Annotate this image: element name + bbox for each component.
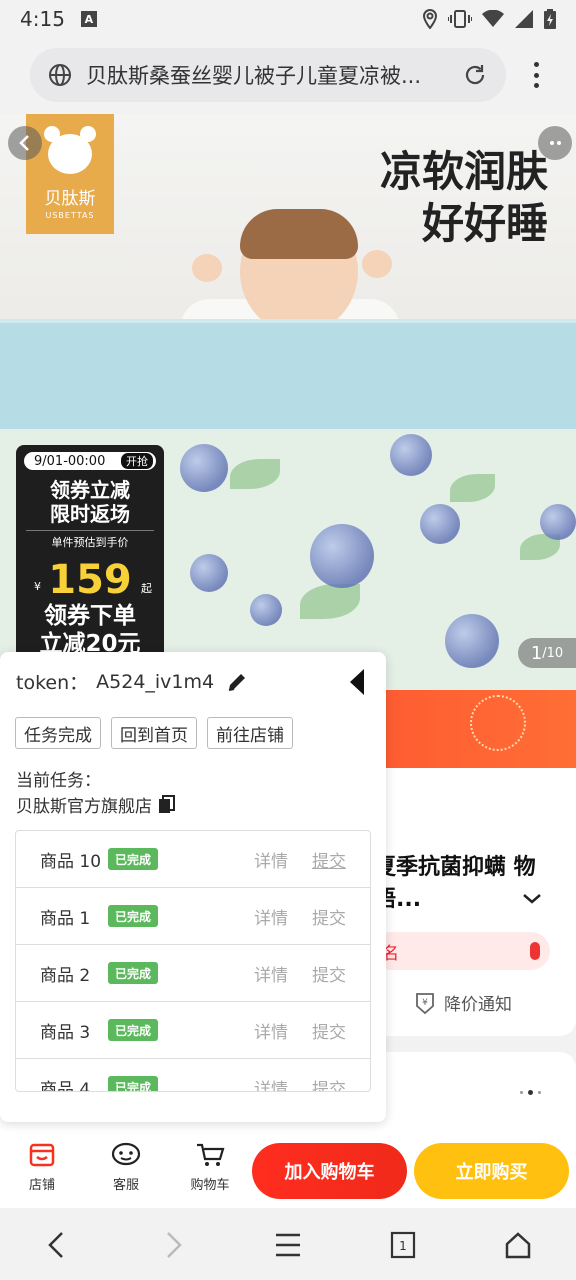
status-badge: 已完成 <box>108 848 159 870</box>
globe-icon <box>49 64 71 86</box>
task-submit-link[interactable]: 提交 <box>312 847 346 872</box>
task-row: 商品 4 已完成 详情 提交 <box>16 1059 370 1092</box>
svg-text:¥: ¥ <box>422 998 428 1008</box>
add-to-cart-button[interactable]: 加入购物车 <box>252 1143 407 1199</box>
cart-label: 购物车 <box>190 1178 230 1193</box>
slide-counter: 1/10 <box>518 638 576 668</box>
current-task-label: 当前任务： <box>16 771 101 791</box>
status-badge: 已完成 <box>108 1076 159 1091</box>
task-submit-link[interactable]: 提交 <box>312 1075 346 1092</box>
product-title[interactable]: 夏季抗菌抑螨 物语... <box>374 852 544 916</box>
task-detail-link[interactable]: 详情 <box>254 904 288 929</box>
task-complete-button[interactable]: 任务完成 <box>15 717 101 749</box>
more-icon[interactable] <box>538 126 572 160</box>
wifi-icon <box>482 10 504 27</box>
back-icon[interactable] <box>8 126 42 160</box>
service-tab[interactable]: 客服 <box>96 1142 156 1193</box>
store-tab[interactable]: 店铺 <box>12 1142 72 1193</box>
product-image-carousel[interactable]: 贝肽斯 USBETTAS 凉软润肤 好好睡 9/01-00:00 开抢 领券立减… <box>0 114 576 690</box>
collapse-triangle-icon[interactable] <box>348 668 366 696</box>
status-badge: 已完成 <box>108 1019 159 1041</box>
panel-buttons: 任务完成 回到首页 前往店铺 <box>15 717 293 749</box>
status-time: 4:15 <box>20 7 65 31</box>
status-badge: 已完成 <box>108 962 159 984</box>
bear-logo-icon <box>44 126 96 174</box>
store-icon <box>29 1143 55 1167</box>
service-label: 客服 <box>112 1178 139 1193</box>
cart-tab[interactable]: 购物车 <box>180 1142 240 1193</box>
location-icon <box>422 9 438 29</box>
token-label: token： <box>16 672 89 694</box>
task-submit-link[interactable]: 提交 <box>312 1018 346 1043</box>
task-panel: token： A524_iv1m4 任务完成 回到首页 前往店铺 当前任务： 贝… <box>0 652 386 1122</box>
promo-title: 领券立减 限时返场 <box>50 478 130 526</box>
svg-text:1: 1 <box>399 1239 407 1253</box>
token-value: A524_iv1m4 <box>96 670 215 693</box>
task-item-name: 商品 3 <box>40 1022 91 1043</box>
status-icons <box>422 9 556 29</box>
address-bar[interactable]: 贝肽斯桑蚕丝婴儿被子儿童夏凉被... <box>30 48 506 102</box>
brand-name-en: USBETTAS <box>45 211 95 220</box>
rank-arrow-icon <box>530 942 540 960</box>
task-item-name: 商品 10 <box>40 851 102 872</box>
task-row: 商品 1 已完成 详情 提交 <box>16 888 370 945</box>
nav-back-icon[interactable] <box>44 1230 68 1264</box>
page-title[interactable]: 贝肽斯桑蚕丝婴儿被子儿童夏凉被... <box>86 60 446 90</box>
task-item-name: 商品 2 <box>40 965 91 986</box>
task-detail-link[interactable]: 详情 <box>254 1075 288 1092</box>
chevron-down-icon[interactable] <box>522 893 542 905</box>
task-row: 商品 10 已完成 详情 提交 <box>16 831 370 888</box>
rank-badge[interactable]: 名 <box>372 932 550 970</box>
copy-icon[interactable] <box>158 794 176 815</box>
task-submit-link[interactable]: 提交 <box>312 904 346 929</box>
edit-icon[interactable] <box>226 671 248 693</box>
hero-slogan: 凉软润肤 好好睡 <box>379 147 548 248</box>
task-item-name: 商品 4 <box>40 1079 91 1092</box>
promo-price: ¥ 159 起 <box>34 557 152 603</box>
store-label: 店铺 <box>28 1178 55 1193</box>
task-detail-link[interactable]: 详情 <box>254 1018 288 1043</box>
pager-dots <box>520 1090 541 1095</box>
token-row: token： A524_iv1m4 <box>16 668 248 695</box>
customer-service-icon <box>111 1142 141 1166</box>
nav-forward-icon[interactable] <box>162 1230 186 1264</box>
reload-icon[interactable] <box>462 62 488 88</box>
home-button[interactable]: 回到首页 <box>111 717 197 749</box>
status-bar: 4:15 A <box>0 0 576 38</box>
vibrate-icon <box>448 10 472 28</box>
task-row: 商品 2 已完成 详情 提交 <box>16 945 370 1002</box>
promo-time: 9/01-00:00 开抢 <box>24 452 156 470</box>
nav-home-icon[interactable] <box>504 1230 532 1264</box>
task-item-name: 商品 1 <box>40 908 91 929</box>
notification-a-icon: A <box>80 11 97 27</box>
status-badge: 已完成 <box>108 905 159 927</box>
battery-icon <box>544 9 556 29</box>
task-row: 商品 3 已完成 详情 提交 <box>16 1002 370 1059</box>
current-task-store: 贝肽斯官方旗舰店 <box>16 792 176 817</box>
task-detail-link[interactable]: 详情 <box>254 847 288 872</box>
price-tag-icon: ¥ <box>416 992 434 1014</box>
system-navigation-bar: 1 <box>0 1208 576 1280</box>
go-to-store-button[interactable]: 前往店铺 <box>207 717 293 749</box>
task-submit-link[interactable]: 提交 <box>312 961 346 986</box>
bottom-action-bar: 店铺 客服 购物车 加入购物车 立即购买 <box>0 1134 576 1208</box>
brand-logo: 贝肽斯 USBETTAS <box>26 114 114 234</box>
firework-icon <box>470 695 526 751</box>
buy-now-button[interactable]: 立即购买 <box>414 1143 569 1199</box>
promo-subtitle: 单件预估到手价 <box>26 530 154 550</box>
promo-action: 领券下单 <box>44 603 136 629</box>
nav-tabs-icon[interactable]: 1 <box>390 1230 416 1264</box>
brand-name: 贝肽斯 <box>44 189 96 209</box>
task-list[interactable]: 商品 10 已完成 详情 提交 商品 1 已完成 详情 提交 商品 2 已完成 … <box>15 830 371 1092</box>
nav-menu-icon[interactable] <box>274 1230 302 1264</box>
browser-menu-icon[interactable] <box>524 58 548 92</box>
task-detail-link[interactable]: 详情 <box>254 961 288 986</box>
price-notice-button[interactable]: ¥ 降价通知 <box>414 990 512 1015</box>
signal-icon <box>515 10 533 28</box>
cart-icon <box>197 1143 225 1166</box>
